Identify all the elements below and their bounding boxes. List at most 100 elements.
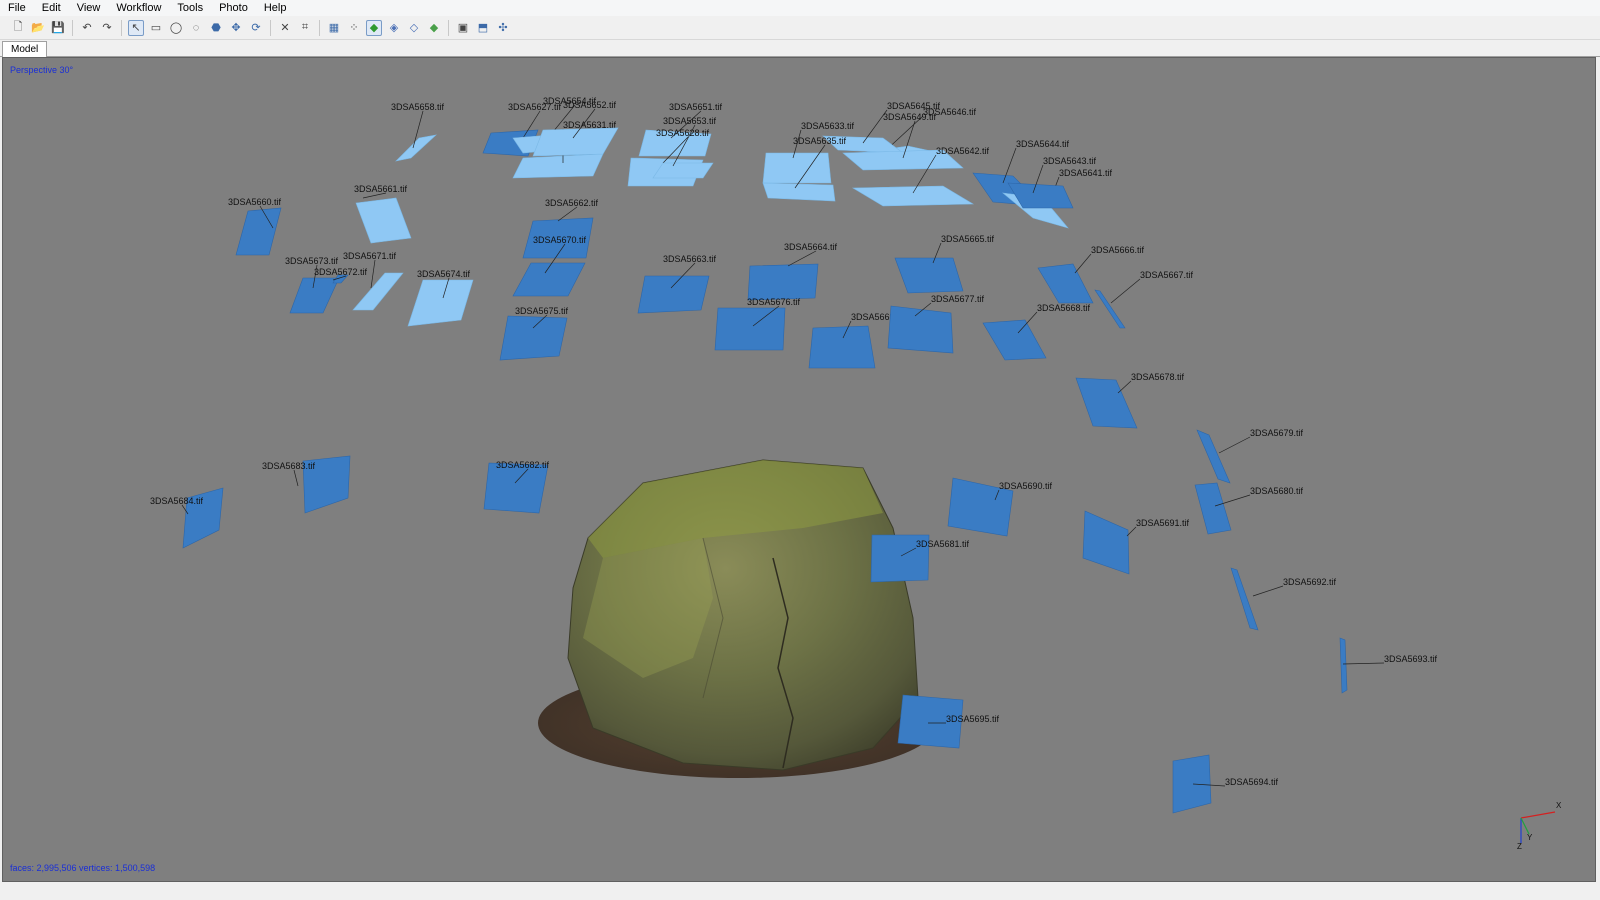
camera-marker[interactable]: 3DSA5682.tif [483, 460, 550, 514]
camera-marker[interactable]: 3DSA5690.tif [947, 477, 1053, 537]
open-folder-button[interactable]: 📂 [30, 20, 46, 36]
shaded-model-button[interactable]: ◆ [366, 19, 382, 36]
camera-plane[interactable] [1037, 263, 1094, 304]
rotate-region-button[interactable]: ⟳ [248, 20, 264, 36]
camera-plane[interactable] [808, 325, 876, 369]
menu-help[interactable]: Help [256, 0, 295, 16]
camera-label: 3DSA5670.tif [533, 235, 587, 245]
camera-plane[interactable] [352, 272, 404, 311]
camera-plane[interactable] [407, 279, 474, 327]
camera-marker[interactable]: 3DSA5694.tif [1172, 754, 1279, 814]
camera-plane[interactable] [1339, 637, 1348, 694]
camera-marker[interactable]: 3DSA5683.tif [262, 455, 351, 514]
model-viewport[interactable]: 3DSA5658.tif 3DSA5661.tif 3DSA5660.tif 3DSA… [2, 57, 1596, 882]
textured-model-button[interactable]: ◆ [426, 20, 442, 36]
menu-edit[interactable]: Edit [34, 0, 69, 16]
camera-marker[interactable]: 3DSA5673.tif [285, 256, 340, 314]
camera-marker[interactable]: 3DSA5643.tif [1007, 156, 1097, 209]
camera-plane[interactable] [483, 462, 549, 514]
camera-marker[interactable]: 3DSA5674.tif [407, 269, 474, 327]
rock-model[interactable] [538, 459, 938, 778]
camera-plane[interactable] [499, 315, 568, 361]
camera-plane[interactable] [894, 257, 964, 294]
menu-file[interactable]: File [0, 0, 34, 16]
point-cloud-button[interactable]: ⁘ [346, 20, 362, 36]
camera-plane[interactable] [1094, 289, 1126, 329]
camera-marker[interactable]: 3DSA5671.tif [343, 251, 404, 311]
status-bar [0, 882, 1600, 900]
camera-marker[interactable]: 3DSA5676.tif [714, 297, 801, 351]
camera-plane[interactable] [1196, 429, 1231, 484]
redo-button[interactable]: ↷ [99, 20, 115, 36]
circle-selection-button[interactable]: ◯ [168, 20, 184, 36]
move-region-button[interactable]: ✥ [228, 20, 244, 36]
resize-region-button[interactable]: ⬣ [208, 20, 224, 36]
wireframe-model-button[interactable]: ◇ [406, 20, 422, 36]
camera-plane[interactable] [747, 263, 819, 301]
show-region-button[interactable]: ⬒ [475, 20, 491, 36]
show-cameras-button[interactable]: ▦ [326, 20, 342, 36]
navigation-cursor-button[interactable]: ↖ [128, 19, 144, 36]
camera-marker[interactable]: 3DSA5663.tif [637, 254, 717, 314]
camera-plane[interactable] [762, 182, 836, 202]
show-photos-button[interactable]: ▣ [455, 20, 471, 36]
delete-selection-button[interactable]: ✕ [277, 20, 293, 36]
menu-workflow[interactable]: Workflow [108, 0, 169, 16]
camera-plane[interactable] [1082, 510, 1130, 575]
free-form-selection-button[interactable]: ◌ [188, 20, 204, 36]
reset-view-button[interactable]: ✣ [495, 20, 511, 36]
camera-plane[interactable] [355, 197, 412, 244]
camera-marker[interactable]: 3DSA5666.tif [1037, 245, 1145, 304]
rectangle-selection-button[interactable]: ▭ [148, 20, 164, 36]
camera-marker[interactable]: 3DSA5675.tif [499, 306, 569, 361]
camera-marker[interactable]: 3DSA5695.tif [897, 694, 1000, 749]
scene-canvas[interactable]: 3DSA5658.tif 3DSA5661.tif 3DSA5660.tif 3DSA… [3, 58, 1595, 881]
camera-plane[interactable] [532, 127, 619, 157]
camera-label: 3DSA5672.tif [314, 267, 368, 277]
camera-marker[interactable]: 3DSA5660.tif [228, 197, 282, 256]
camera-marker[interactable]: 3DSA5678.tif [1075, 372, 1185, 429]
camera-marker[interactable]: 3DSA5680.tif [1194, 482, 1304, 535]
camera-plane[interactable] [762, 152, 832, 184]
camera-marker[interactable]: 3DSA5693.tif [1339, 637, 1438, 694]
menu-photo[interactable]: Photo [211, 0, 256, 16]
camera-marker[interactable]: 3DSA5679.tif [1196, 428, 1304, 484]
camera-plane[interactable] [851, 185, 975, 207]
camera-marker[interactable]: 3DSA5692.tif [1230, 567, 1337, 631]
camera-marker[interactable]: 3DSA5665.tif [894, 234, 995, 294]
camera-plane[interactable] [235, 207, 282, 256]
camera-plane[interactable] [652, 162, 714, 179]
menu-view[interactable]: View [69, 0, 109, 16]
camera-marker[interactable]: 3DSA5633.tif [762, 121, 855, 184]
camera-plane[interactable] [512, 262, 586, 297]
camera-marker[interactable]: 3DSA5681.tif [870, 534, 970, 583]
camera-marker[interactable]: 3DSA5664.tif [747, 242, 838, 301]
menu-tools[interactable]: Tools [169, 0, 211, 16]
camera-plane[interactable] [714, 307, 786, 351]
camera-marker[interactable]: 3DSA5661.tif [354, 184, 412, 244]
camera-plane[interactable] [1172, 754, 1212, 814]
camera-plane[interactable] [512, 153, 604, 179]
crop-selection-button[interactable]: ⌗ [297, 20, 313, 36]
camera-plane[interactable] [982, 319, 1047, 361]
camera-marker[interactable]: 3DSA5677.tif [887, 294, 985, 354]
camera-marker[interactable]: 3DSA5668.tif [982, 303, 1091, 361]
tab-model[interactable]: Model [2, 41, 48, 57]
camera-plane[interactable] [289, 277, 340, 314]
camera-plane[interactable] [1230, 567, 1259, 631]
solid-model-button[interactable]: ◈ [386, 20, 402, 36]
camera-plane[interactable] [637, 275, 710, 314]
undo-button[interactable]: ↶ [79, 20, 95, 36]
camera-marker[interactable]: 3DSA5658.tif [391, 102, 445, 162]
camera-plane[interactable] [1194, 482, 1232, 535]
camera-marker[interactable]: 3DSA5670.tif [512, 235, 587, 297]
camera-plane[interactable] [887, 305, 954, 354]
camera-plane[interactable] [1075, 377, 1138, 429]
save-button[interactable]: 💾 [50, 20, 66, 36]
camera-plane[interactable] [395, 134, 437, 162]
camera-marker[interactable]: 3DSA5662.tif [522, 198, 599, 259]
camera-marker[interactable]: 3DSA5684.tif [150, 487, 224, 549]
camera-marker[interactable]: 3DSA5667.tif [1094, 270, 1194, 329]
new-document-button[interactable]: 🗋 [10, 20, 26, 36]
camera-marker[interactable]: 3DSA5691.tif [1082, 510, 1190, 575]
